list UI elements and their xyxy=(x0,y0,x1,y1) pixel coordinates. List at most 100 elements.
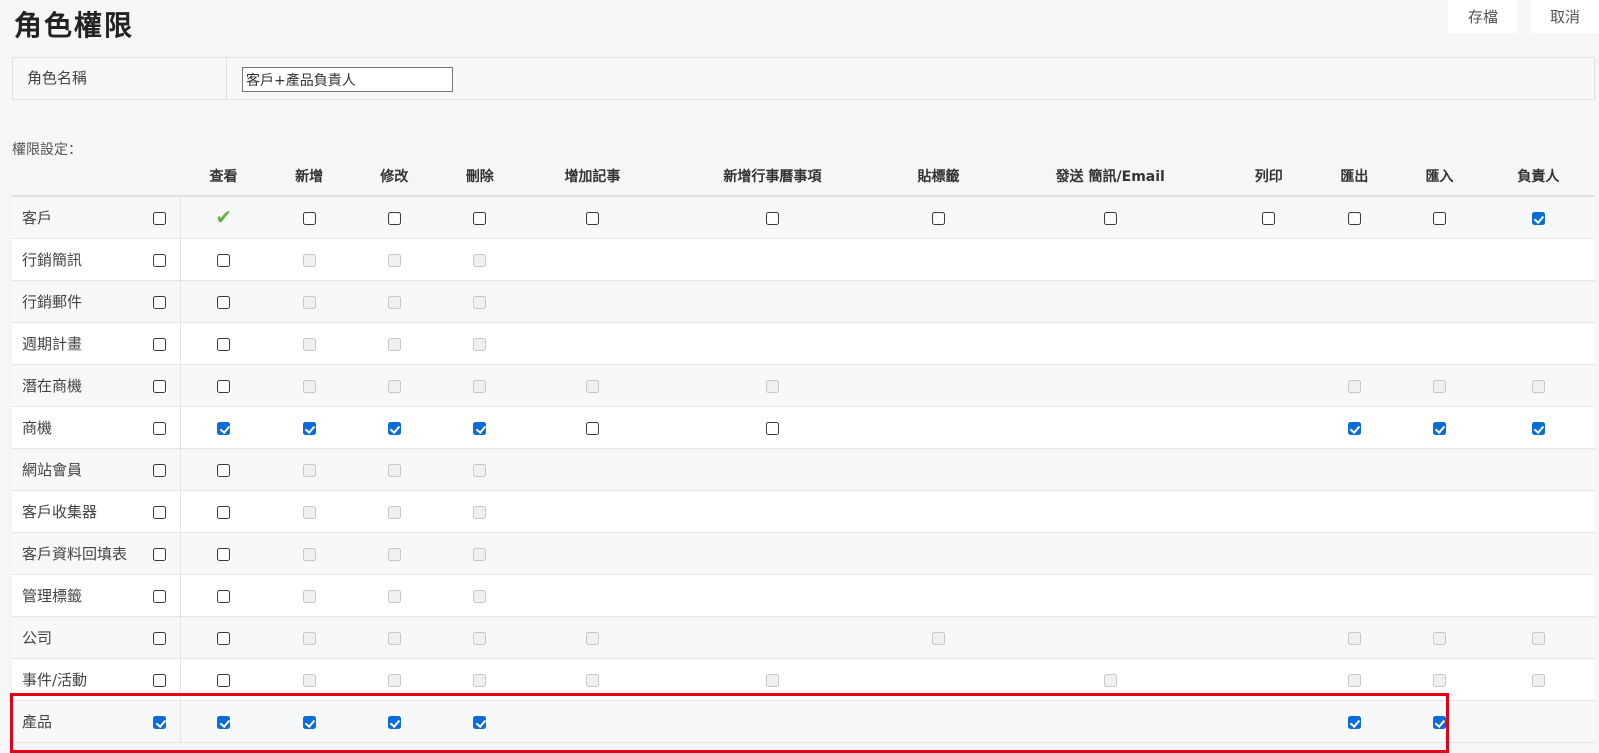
permission-import-checkbox[interactable] xyxy=(1432,422,1446,435)
select-all-checkbox[interactable] xyxy=(153,548,167,561)
permission-delete-checkbox xyxy=(473,296,487,309)
save-button[interactable]: 存檔 xyxy=(1448,0,1518,33)
permission-view-checkbox[interactable] xyxy=(217,380,231,393)
permission-delete-checkbox[interactable] xyxy=(473,212,487,225)
permission-cell-send-sms-email xyxy=(994,406,1226,449)
role-name-input[interactable] xyxy=(242,67,453,92)
permission-view-checkbox[interactable] xyxy=(217,590,231,603)
permission-cell-owner xyxy=(1481,280,1595,323)
permission-delete-checkbox xyxy=(473,254,487,267)
permission-import-checkbox[interactable] xyxy=(1432,716,1446,729)
select-all-checkbox[interactable] xyxy=(153,338,167,351)
header-select-all xyxy=(139,157,181,197)
permission-cell-import xyxy=(1397,532,1482,575)
permission-cell-tag xyxy=(882,700,995,743)
permission-cell-add xyxy=(266,322,352,365)
permission-cell-view xyxy=(180,616,267,659)
module-name: 行銷郵件 xyxy=(12,280,140,323)
permission-cell-export xyxy=(1311,700,1398,743)
permission-import-checkbox[interactable] xyxy=(1432,212,1446,225)
select-all-cell xyxy=(139,364,181,407)
permission-view-checkbox[interactable] xyxy=(217,674,231,687)
permission-cell-add-note xyxy=(522,532,663,575)
permission-cell-add-note xyxy=(522,574,663,617)
permission-owner-checkbox[interactable] xyxy=(1531,422,1545,435)
permission-owner-checkbox[interactable] xyxy=(1531,212,1545,225)
select-all-checkbox[interactable] xyxy=(153,674,167,687)
permission-add-calendar-event-checkbox[interactable] xyxy=(765,422,779,435)
permission-view-checkbox[interactable] xyxy=(217,548,231,561)
permission-cell-import xyxy=(1397,238,1482,281)
column-header-send-sms-email: 發送 簡訊/Email xyxy=(994,157,1226,197)
permission-cell-add-note xyxy=(522,364,663,407)
select-all-checkbox[interactable] xyxy=(153,254,167,267)
permission-export-checkbox[interactable] xyxy=(1347,716,1361,729)
select-all-checkbox[interactable] xyxy=(153,716,167,729)
role-name-row: 角色名稱 xyxy=(12,57,1595,100)
permission-cell-export xyxy=(1311,238,1398,281)
select-all-checkbox[interactable] xyxy=(153,464,167,477)
select-all-cell xyxy=(139,574,181,617)
permission-cell-tag xyxy=(882,238,995,281)
permission-view-checkbox[interactable] xyxy=(217,254,231,267)
permission-cell-send-sms-email xyxy=(994,700,1226,743)
permission-tag-checkbox[interactable] xyxy=(931,212,945,225)
permission-cell-add-calendar-event xyxy=(662,574,883,617)
permission-cell-view xyxy=(180,238,267,281)
permission-cell-print xyxy=(1225,574,1312,617)
table-row: 網站會員 xyxy=(12,448,1595,491)
permission-cell-print xyxy=(1225,196,1312,239)
permission-view-checkbox[interactable] xyxy=(217,506,231,519)
permission-delete-checkbox[interactable] xyxy=(473,716,487,729)
permission-view-checkbox[interactable] xyxy=(217,716,231,729)
permission-add-calendar-event-checkbox[interactable] xyxy=(765,212,779,225)
permission-add-checkbox[interactable] xyxy=(302,422,316,435)
permission-add-checkbox[interactable] xyxy=(302,212,316,225)
permission-cell-print xyxy=(1225,238,1312,281)
permission-cell-send-sms-email xyxy=(994,196,1226,239)
select-all-checkbox[interactable] xyxy=(153,380,167,393)
role-name-label: 角色名稱 xyxy=(27,69,88,87)
permission-view-checkbox[interactable] xyxy=(217,296,231,309)
permission-cell-print xyxy=(1225,406,1312,449)
permission-cell-import xyxy=(1397,658,1482,701)
permission-add-checkbox xyxy=(302,254,316,267)
permission-export-checkbox[interactable] xyxy=(1347,422,1361,435)
permission-view-checkbox[interactable] xyxy=(217,632,231,645)
table-row: 客戶資料回填表 xyxy=(12,532,1595,575)
permission-send-sms-email-checkbox[interactable] xyxy=(1103,212,1117,225)
permission-add-note-checkbox[interactable] xyxy=(585,212,599,225)
permission-cell-add-note xyxy=(522,280,663,323)
permission-import-checkbox xyxy=(1432,632,1446,645)
permission-cell-export xyxy=(1311,574,1398,617)
permission-add-note-checkbox xyxy=(585,632,599,645)
permission-edit-checkbox xyxy=(387,254,401,267)
permission-cell-send-sms-email xyxy=(994,574,1226,617)
select-all-checkbox[interactable] xyxy=(153,590,167,603)
permission-cell-print xyxy=(1225,280,1312,323)
permission-delete-checkbox[interactable] xyxy=(473,422,487,435)
permission-edit-checkbox[interactable] xyxy=(387,422,401,435)
permission-edit-checkbox[interactable] xyxy=(387,716,401,729)
permission-export-checkbox xyxy=(1347,380,1361,393)
permission-view-checkbox[interactable] xyxy=(217,338,231,351)
permission-export-checkbox[interactable] xyxy=(1347,212,1361,225)
permission-view-checkbox[interactable] xyxy=(217,464,231,477)
select-all-checkbox[interactable] xyxy=(153,296,167,309)
permission-edit-checkbox[interactable] xyxy=(387,212,401,225)
permission-cell-add-calendar-event xyxy=(662,658,883,701)
permission-view-checkbox[interactable] xyxy=(217,422,231,435)
permission-delete-checkbox xyxy=(473,548,487,561)
select-all-checkbox[interactable] xyxy=(153,212,167,225)
permission-cell-print xyxy=(1225,616,1312,659)
select-all-checkbox[interactable] xyxy=(153,422,167,435)
permission-print-checkbox[interactable] xyxy=(1262,212,1276,225)
permission-add-note-checkbox[interactable] xyxy=(585,422,599,435)
permission-add-calendar-event-checkbox xyxy=(765,674,779,687)
permission-cell-view xyxy=(180,364,267,407)
cancel-button[interactable]: 取消 xyxy=(1530,0,1599,33)
permission-add-checkbox[interactable] xyxy=(302,716,316,729)
permission-export-checkbox xyxy=(1347,632,1361,645)
select-all-checkbox[interactable] xyxy=(153,632,167,645)
select-all-checkbox[interactable] xyxy=(153,506,167,519)
